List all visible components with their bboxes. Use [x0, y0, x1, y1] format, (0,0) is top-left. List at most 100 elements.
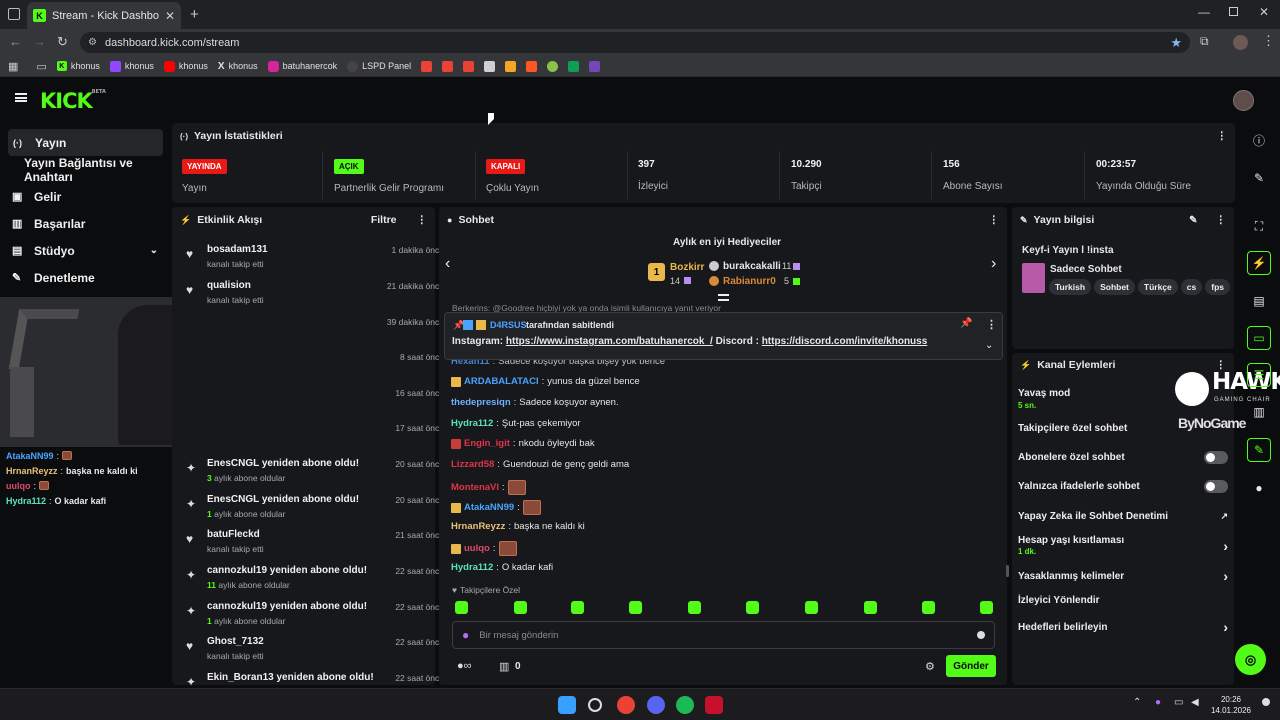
account-age-row[interactable]: Hesap yaşı kısıtlaması 1 dk. ›: [1018, 535, 1228, 557]
emote-icon[interactable]: [805, 601, 818, 614]
store-icon[interactable]: ▥: [499, 660, 509, 673]
bookmark-lspd[interactable]: LSPD Panel: [347, 60, 411, 72]
app-icon[interactable]: [705, 696, 723, 714]
stats-menu-icon[interactable]: ⋮: [1217, 130, 1228, 142]
bookmark-youtube[interactable]: khonus: [163, 60, 208, 72]
activity-item[interactable]: ✦ cannozkul19 yeniden abone oldu! 11 aylık…: [182, 565, 444, 599]
chat-message[interactable]: Hydra112: O kadar kafi: [451, 562, 553, 573]
activity-item[interactable]: 8 saat önce: [182, 351, 444, 385]
goals-row[interactable]: Hedefleri belirleyin ›: [1018, 619, 1228, 635]
emote-icon[interactable]: [514, 601, 527, 614]
chrome-icon[interactable]: [617, 696, 635, 714]
ai-moderation-row[interactable]: Yapay Zeka ile Sohbet Denetimi ↗: [1018, 511, 1228, 522]
chat-input[interactable]: ● Bir mesaj gönderin: [452, 621, 995, 649]
activity-item[interactable]: ✦ EnesCNGL yeniden abone oldu! 1 aylık abo…: [182, 494, 444, 528]
bookmark-instagram[interactable]: batuhanercok: [267, 60, 337, 72]
chat-message[interactable]: thedepresiqn: Sadece koşuyor aynen.: [451, 397, 619, 408]
pinned-menu-icon[interactable]: ⋮: [986, 318, 997, 331]
discord-link[interactable]: https://discord.com/invite/khonuss: [762, 336, 928, 347]
chat-username[interactable]: Hydra112: [451, 418, 493, 429]
bookmark-gmail-icon[interactable]: [442, 60, 454, 72]
activity-item[interactable]: ♥ qualision kanalı takip etti 21 dakika önc…: [182, 280, 444, 314]
emote-icon[interactable]: [571, 601, 584, 614]
emote-icon[interactable]: [455, 601, 468, 614]
community-icon[interactable]: ●: [1247, 476, 1271, 500]
clock[interactable]: 20:26 14.01.2026: [1210, 694, 1252, 716]
emote-icon[interactable]: [629, 601, 642, 614]
emote-icon[interactable]: [688, 601, 701, 614]
bookmark-forms-icon[interactable]: [589, 60, 601, 72]
banned-words-row[interactable]: Yasaklanmış kelimeler ›: [1018, 568, 1228, 584]
bookmark-icon[interactable]: [526, 60, 538, 72]
bookmark-x[interactable]: Xkhonus: [218, 61, 258, 72]
chevron-right-icon[interactable]: ›: [991, 255, 996, 273]
chat-menu-icon[interactable]: ⋮: [989, 214, 1000, 226]
close-tab-icon[interactable]: ✕: [165, 9, 175, 23]
sidebar-item-basarilar[interactable]: ▥ Başarılar: [0, 210, 172, 237]
search-icon[interactable]: [588, 698, 602, 712]
fullscreen-icon[interactable]: ⛶: [1247, 214, 1271, 238]
browser-menu-icon[interactable]: ⋮: [1262, 33, 1275, 49]
gifter-name[interactable]: burakcakalli: [723, 261, 781, 272]
edit-icon[interactable]: ✎: [1247, 166, 1271, 190]
emote-icon[interactable]: [922, 601, 935, 614]
mic-tray-icon[interactable]: ●: [1155, 697, 1161, 708]
activity-item[interactable]: ✦ EnesCNGL yeniden abone oldu! 3 aylık abo…: [182, 458, 444, 492]
edit-icon[interactable]: ✎: [1189, 215, 1197, 226]
network-icon[interactable]: ▭: [1174, 697, 1183, 708]
redirect-row[interactable]: İzleyici Yönlendir: [1018, 595, 1228, 606]
instagram-link[interactable]: https://www.instagram.com/batuhanercok_/: [506, 336, 713, 347]
bookmark-twitch[interactable]: khonus: [109, 60, 154, 72]
browser-tab[interactable]: K Stream - Kick Dashboard ✕: [27, 2, 181, 29]
scrollbar[interactable]: [1006, 565, 1009, 577]
chevron-down-icon[interactable]: ⌄: [150, 245, 158, 256]
folder-icon[interactable]: ▭: [36, 60, 46, 73]
chat-message[interactable]: MontenaVl:: [451, 480, 526, 495]
chat-message[interactable]: AtakaNN99:: [451, 500, 541, 515]
close-window-icon[interactable]: ✕: [1259, 5, 1269, 19]
tag[interactable]: Sohbet: [1094, 279, 1135, 295]
sidebar-item-studyo[interactable]: ▤ Stüdyo ⌄: [0, 237, 172, 264]
kick-logo[interactable]: KICKBETA: [40, 89, 106, 113]
bookmark-kick[interactable]: Kkhonus: [56, 61, 100, 71]
reload-icon[interactable]: ↻: [57, 34, 68, 50]
tab-search-icon[interactable]: [8, 8, 20, 20]
community-icon[interactable]: ●∞: [457, 660, 472, 672]
sliders-icon[interactable]: ☰: [1247, 363, 1271, 387]
collapse-gifters-icon[interactable]: [718, 294, 729, 301]
subs-chat-toggle[interactable]: [1204, 451, 1228, 464]
chat-username[interactable]: Engin_igit: [464, 438, 510, 449]
forward-icon[interactable]: →: [33, 34, 46, 49]
tray-chevron-icon[interactable]: ⌃: [1133, 697, 1141, 708]
clipboard-icon[interactable]: ▤: [1247, 289, 1271, 313]
bookmark-star-icon[interactable]: ★: [1170, 35, 1182, 51]
pinned-by-user[interactable]: D4RSUS: [490, 320, 527, 330]
send-button[interactable]: Gönder: [946, 655, 996, 677]
subs-chat-row[interactable]: Abonelere özel sohbet: [1018, 451, 1228, 464]
chat-username[interactable]: uulqo: [464, 543, 490, 554]
expand-pinned-icon[interactable]: ⌄: [985, 340, 993, 351]
chat-icon[interactable]: ▭: [1247, 326, 1271, 350]
activity-item[interactable]: ♥ batuFleckd kanalı takip etti 21 saat önce: [182, 529, 444, 563]
activity-item[interactable]: ♥ Ghost_7132 kanalı takip etti 22 saat önce: [182, 636, 444, 670]
support-button[interactable]: ◎: [1235, 644, 1266, 675]
wrench-icon[interactable]: ✎: [1247, 438, 1271, 462]
chat-message[interactable]: Engin_igit: nkodu öyleydi bak: [451, 438, 595, 449]
url-field[interactable]: ⚙ dashboard.kick.com/stream ★: [80, 32, 1190, 53]
chat-username[interactable]: Lizzard58: [451, 459, 494, 470]
stream-category[interactable]: Sadece Sohbet: [1050, 264, 1122, 275]
minimize-icon[interactable]: —: [1198, 5, 1210, 19]
site-info-icon[interactable]: ⚙: [88, 37, 97, 48]
store-icon[interactable]: ▥: [1247, 400, 1271, 424]
stream-info-menu-icon[interactable]: ⋮: [1216, 214, 1227, 226]
activity-item[interactable]: 17 saat önce: [182, 422, 444, 456]
back-icon[interactable]: ←: [9, 34, 22, 49]
maximize-icon[interactable]: [1229, 7, 1238, 16]
bookmark-gmail-icon[interactable]: [421, 60, 433, 72]
chat-message[interactable]: HrnanReyzz: başka ne kaldı ki: [451, 521, 585, 532]
chat-username[interactable]: thedepresiqn: [451, 397, 511, 408]
sidebar-item-denetleme[interactable]: ✎ Denetleme: [0, 264, 172, 291]
activity-item[interactable]: 39 dakika önce: [182, 316, 444, 350]
chat-username[interactable]: MontenaVl: [451, 482, 499, 493]
chat-settings-icon[interactable]: ⚙: [925, 660, 935, 673]
